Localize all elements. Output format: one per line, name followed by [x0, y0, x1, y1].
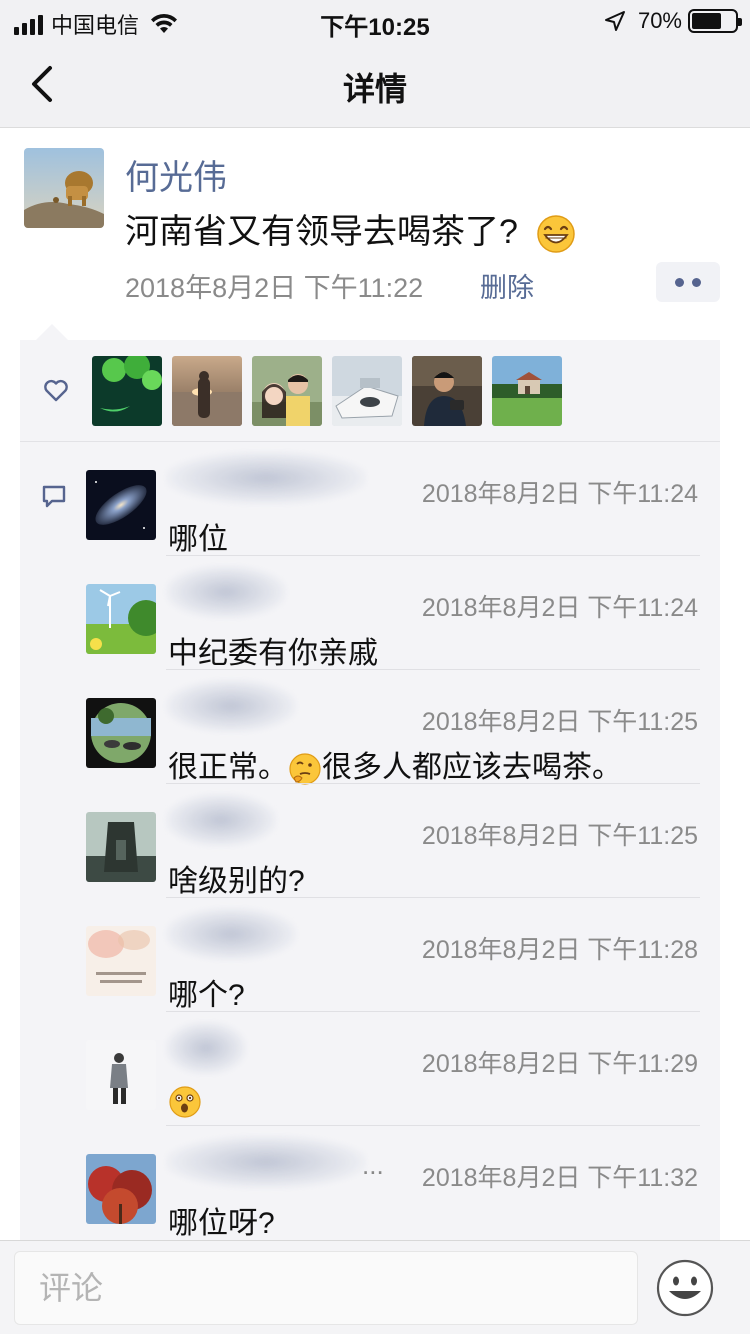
- comment-item[interactable]: 2018年8月2日 下午11:24 中纪委有你亲戚: [20, 556, 720, 670]
- signal-icon: [14, 13, 43, 35]
- commenter-avatar[interactable]: [86, 1154, 156, 1224]
- battery-percent: 70%: [637, 8, 682, 33]
- commenter-avatar[interactable]: [86, 926, 156, 996]
- comment-text: 哪个?: [168, 979, 245, 1012]
- commenter-avatar[interactable]: [86, 1040, 156, 1110]
- comment-text: [168, 1084, 202, 1119]
- thinking-emoji-icon: [289, 753, 321, 785]
- comment-item[interactable]: ... 2018年8月2日 下午11:32 哪位呀?: [20, 1126, 720, 1240]
- post-text: 河南省又有领导去喝茶了?: [125, 213, 518, 251]
- liker-avatar[interactable]: [412, 356, 482, 426]
- comment-timestamp: 2018年8月2日 下午11:25: [421, 822, 698, 850]
- commenter-name-redacted: [166, 1136, 366, 1188]
- commenter-name-redacted: [166, 908, 296, 960]
- comment-input-bar: [0, 1240, 750, 1334]
- page-title: 详情: [342, 71, 407, 107]
- comment-text-part: 很多人都应该去喝茶。: [322, 751, 622, 784]
- dot-icon: [675, 277, 684, 287]
- panel-arrow: [36, 324, 68, 340]
- comment-timestamp: 2018年8月2日 下午11:28: [421, 936, 698, 964]
- comment-timestamp: 2018年8月2日 下午11:25: [421, 708, 698, 736]
- comment-text: 哪位呀?: [168, 1207, 275, 1240]
- commenter-name-redacted: [166, 566, 286, 618]
- comment-item[interactable]: 2018年8月2日 下午11:25 很正常。 很多人都应该去喝茶。: [20, 670, 720, 786]
- commenter-name-redacted: [166, 452, 366, 504]
- grin-emoji-icon: [537, 215, 575, 253]
- smiley-icon[interactable]: [656, 1259, 714, 1317]
- battery-icon: [688, 9, 742, 33]
- comment-text: 中纪委有你亲戚: [168, 637, 378, 670]
- comment-item[interactable]: 2018年8月2日 下午11:25 啥级别的?: [20, 784, 720, 898]
- delete-link[interactable]: 删除: [480, 266, 534, 305]
- status-left: 中国电信: [14, 8, 179, 40]
- poster-avatar[interactable]: [24, 148, 104, 228]
- comment-item[interactable]: 2018年8月2日 下午11:29: [20, 1012, 720, 1126]
- carrier-label: 中国电信: [51, 13, 140, 38]
- poster-name[interactable]: 何光伟: [125, 150, 227, 199]
- surprised-emoji-icon: [169, 1086, 201, 1118]
- post-timestamp: 2018年8月2日 下午11:22: [125, 273, 424, 303]
- comment-timestamp: 2018年8月2日 下午11:29: [421, 1050, 698, 1078]
- name-truncation: ...: [362, 1150, 384, 1180]
- comment-text-part: 很正常。: [168, 751, 288, 784]
- comment-timestamp: 2018年8月2日 下午11:24: [421, 480, 698, 508]
- status-bar: 中国电信 下午10:25 70%: [0, 0, 750, 41]
- status-right: 70%: [604, 8, 742, 34]
- commenter-avatar[interactable]: [86, 812, 156, 882]
- dot-icon: [692, 277, 701, 287]
- commenter-name-redacted: [166, 1022, 246, 1074]
- liker-avatar[interactable]: [92, 356, 162, 426]
- commenter-name-redacted: [166, 680, 296, 732]
- commenter-avatar[interactable]: [86, 470, 156, 540]
- comment-text: 啥级别的?: [168, 865, 305, 898]
- commenter-name-redacted: [166, 794, 276, 846]
- comment-timestamp: 2018年8月2日 下午11:32: [421, 1164, 698, 1192]
- commenter-avatar[interactable]: [86, 698, 156, 768]
- comment-timestamp: 2018年8月2日 下午11:24: [421, 594, 698, 622]
- comment-text: 很正常。 很多人都应该去喝茶。: [168, 742, 622, 786]
- liker-avatar[interactable]: [492, 356, 562, 426]
- heart-icon: [44, 379, 68, 402]
- liker-avatar[interactable]: [172, 356, 242, 426]
- comment-item[interactable]: 2018年8月2日 下午11:28 哪个?: [20, 898, 720, 1012]
- comment-text: 哪位: [168, 523, 228, 556]
- more-options-button[interactable]: [656, 262, 720, 302]
- comment-input[interactable]: [14, 1251, 638, 1325]
- location-arrow-icon: [604, 11, 625, 31]
- interaction-panel: 2018年8月2日 下午11:24 哪位 2018年8月2日 下午11:24 中…: [20, 340, 720, 1260]
- wifi-icon: [151, 13, 178, 33]
- commenter-avatar[interactable]: [86, 584, 156, 654]
- liker-avatar[interactable]: [332, 356, 402, 426]
- nav-bar: 详情: [0, 40, 750, 128]
- post-content: 河南省又有领导去喝茶了?: [125, 204, 576, 254]
- likes-row: [20, 340, 720, 442]
- liker-avatar[interactable]: [252, 356, 322, 426]
- comment-item[interactable]: 2018年8月2日 下午11:24 哪位: [20, 442, 720, 556]
- back-icon[interactable]: [24, 60, 68, 108]
